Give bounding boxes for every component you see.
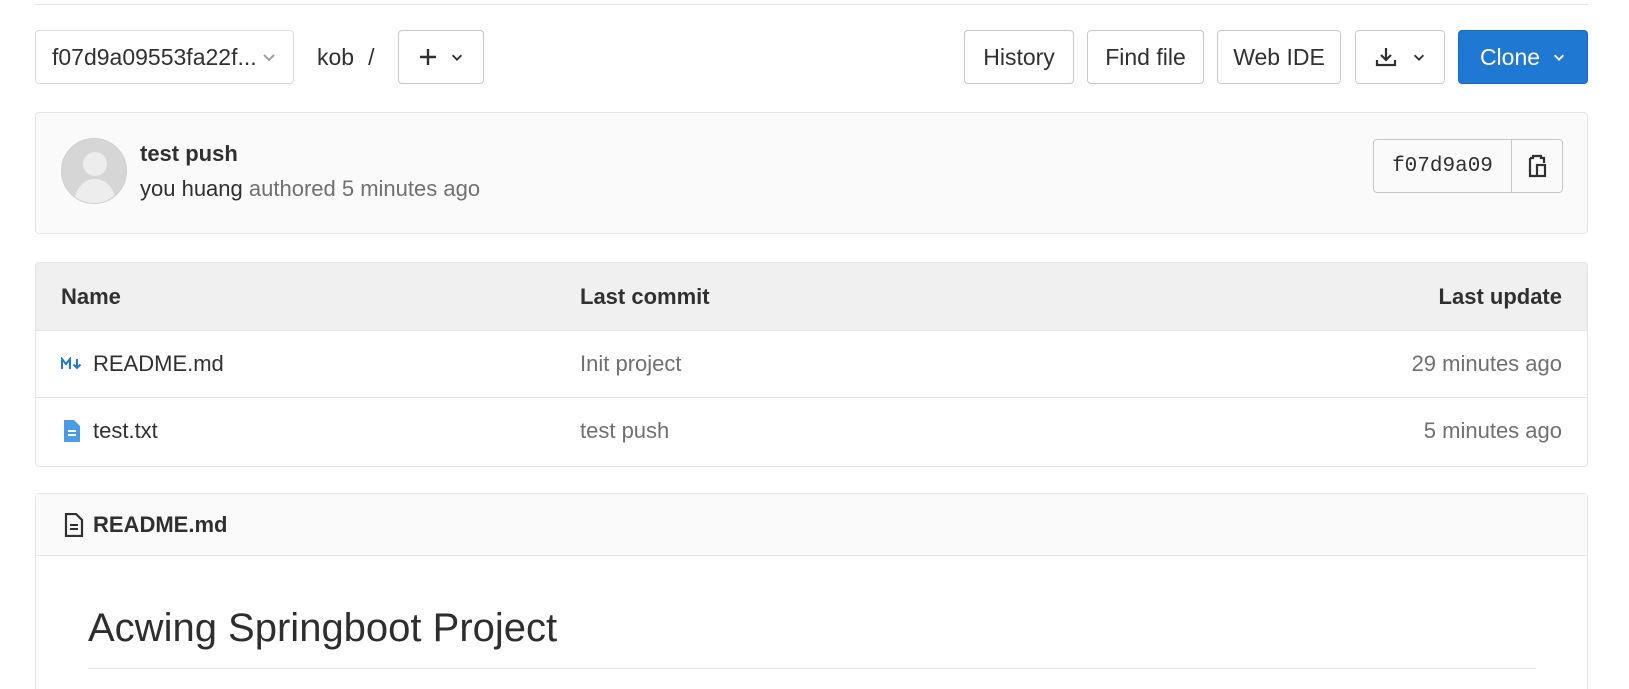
breadcrumb: kob / [317,30,374,84]
file-name-cell[interactable]: README.md [61,351,224,377]
breadcrumb-project-link[interactable]: kob [317,44,354,71]
commit-title[interactable]: test push [140,141,238,167]
avatar[interactable] [61,138,127,204]
clone-button-label: Clone [1479,43,1541,70]
commit-author-link[interactable]: you huang [140,176,243,201]
web-ide-button[interactable]: Web IDE [1217,30,1341,84]
file-last-commit-link[interactable]: test push [580,418,669,444]
column-header-name: Name [61,284,121,309]
default-user-icon [74,152,116,203]
commit-authored-time: authored 5 minutes ago [248,176,481,201]
add-to-tree-button[interactable] [398,30,484,84]
chevron-down-icon [263,54,275,62]
file-text-icon [64,512,84,537]
readme-filename[interactable]: README.md [93,512,227,538]
file-last-update: 5 minutes ago [1423,418,1562,443]
chevron-down-icon [1553,54,1565,61]
table-row[interactable]: test.txt test push 5 minutes ago [36,398,1587,465]
chevron-down-icon [451,54,463,61]
commit-meta: you huang authored 5 minutes ago [140,176,480,202]
column-header-last-commit: Last commit [580,284,710,309]
markdown-icon [61,357,82,370]
history-button[interactable]: History [964,30,1074,84]
ref-selector-label: f07d9a09553fa22f... [52,43,257,70]
file-name-cell[interactable]: test.txt [61,418,158,444]
file-name-link[interactable]: README.md [93,351,224,377]
download-icon [1375,48,1397,67]
clone-button[interactable]: Clone [1458,30,1588,84]
clipboard-icon [1528,154,1547,178]
top-divider [35,4,1588,5]
plus-icon [420,49,436,65]
readme-header: README.md [36,494,1587,556]
readme-heading: Acwing Springboot Project [88,606,558,650]
table-row[interactable]: README.md Init project 29 minutes ago [36,331,1587,398]
download-button[interactable] [1355,30,1445,84]
file-last-commit-link[interactable]: Init project [580,351,682,377]
column-header-last-update: Last update [1438,284,1562,309]
commit-sha-group: f07d9a09 [1373,139,1563,193]
repo-toolbar: f07d9a09553fa22f... kob / History Find f… [35,30,1588,84]
table-header: Name Last commit Last update [36,263,1587,331]
breadcrumb-separator: / [368,43,375,70]
last-commit-panel: test push you huang authored 5 minutes a… [35,112,1588,234]
file-tree-table: Name Last commit Last update README.md I… [35,262,1588,467]
commit-sha[interactable]: f07d9a09 [1374,140,1512,192]
ref-selector-dropdown[interactable]: f07d9a09553fa22f... [35,30,294,84]
readme-heading-divider [88,668,1536,669]
find-file-button[interactable]: Find file [1087,30,1204,84]
file-text-icon [64,420,80,442]
copy-sha-button[interactable] [1512,140,1562,192]
file-name-link[interactable]: test.txt [93,418,158,444]
readme-panel: README.md Acwing Springboot Project [35,493,1588,689]
file-last-update: 29 minutes ago [1411,351,1562,376]
chevron-down-icon [1413,54,1425,61]
